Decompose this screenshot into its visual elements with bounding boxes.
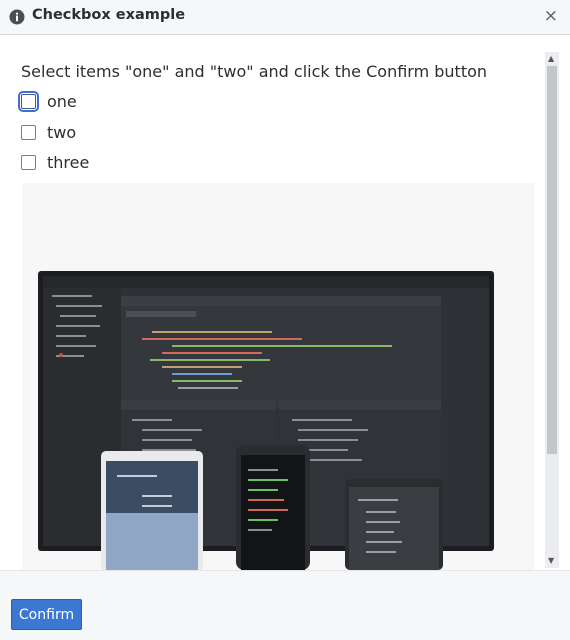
close-icon[interactable]: ×	[544, 7, 558, 25]
scroll-up-arrow-icon[interactable]: ▲	[548, 55, 554, 63]
checkbox-three[interactable]	[21, 155, 36, 170]
scrollbar-thumb[interactable]	[547, 66, 557, 454]
confirm-button[interactable]: Confirm	[11, 599, 82, 630]
dialog-footer: Confirm	[0, 570, 570, 640]
checkbox-label-two[interactable]: two	[47, 123, 76, 142]
devices-illustration	[22, 183, 534, 570]
dialog-titlebar: Checkbox example ×	[0, 0, 570, 35]
content-scrollbar[interactable]: ▲ ▼	[545, 52, 559, 568]
dialog-content: Select items "one" and "two" and click t…	[0, 36, 570, 570]
checkbox-one[interactable]	[18, 91, 39, 112]
checkbox-label-three[interactable]: three	[47, 153, 89, 172]
info-icon	[9, 9, 25, 25]
devices-image	[22, 183, 534, 570]
instruction-text: Select items "one" and "two" and click t…	[21, 62, 488, 81]
checkbox-two[interactable]	[21, 125, 36, 140]
scroll-down-arrow-icon[interactable]: ▼	[548, 557, 554, 565]
checkbox-label-one[interactable]: one	[47, 92, 77, 111]
dialog-title: Checkbox example	[32, 7, 186, 23]
